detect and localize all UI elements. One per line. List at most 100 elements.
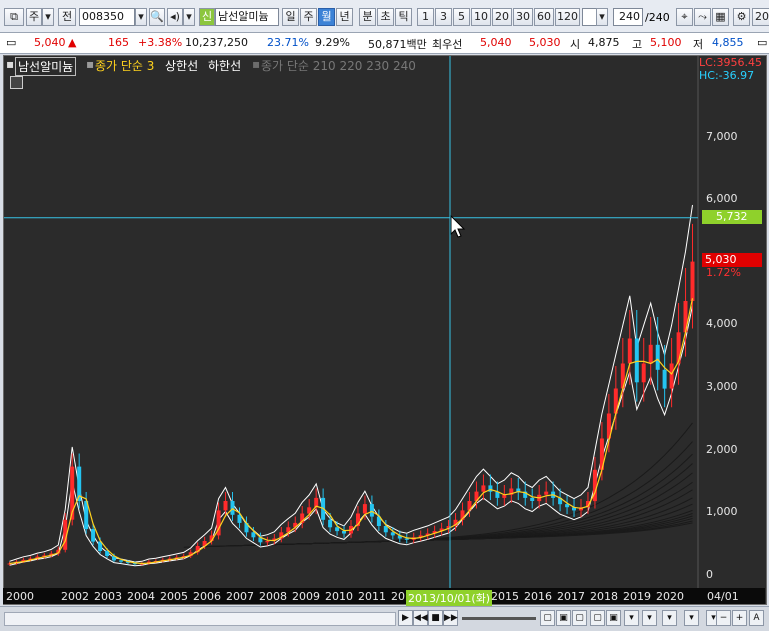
chevron-down-icon[interactable]: ▾ (42, 8, 54, 26)
x-tick: 2002 (61, 590, 89, 603)
candle-body (223, 501, 228, 511)
last-price-tag: 5,030 (702, 253, 762, 267)
y-tick: 6,000 (706, 192, 738, 205)
period-month[interactable]: 월 (318, 8, 335, 26)
play-button[interactable]: ▶ (398, 610, 413, 626)
interval-20[interactable]: 20 (492, 8, 512, 26)
chart-control-bar: ▶ ◀◀ ■ ▶▶ ▢ ▣ ▢ ▢ ▣ ▾ ▾ ▾ ▾ ▾ − + A (0, 606, 769, 631)
zoom-out-button[interactable]: − (716, 610, 731, 626)
notice-icon[interactable]: ▭ (6, 36, 16, 49)
price-chart[interactable] (3, 55, 767, 605)
zoom-box-icon[interactable]: ▢ (590, 610, 605, 626)
chevron-down-icon[interactable]: ▾ (135, 8, 147, 26)
new-badge[interactable]: 신 (199, 8, 215, 26)
upper-envelope-line (9, 204, 693, 563)
open-price: 4,875 (588, 36, 620, 49)
gear-icon[interactable]: ⚙ (733, 8, 750, 26)
candle-body (634, 338, 639, 383)
type-label: 주 (28, 10, 40, 23)
zoom-box-icon[interactable]: ▢ (572, 610, 587, 626)
x-tick: 2016 (524, 590, 552, 603)
candle-body (641, 363, 646, 383)
period-week[interactable]: 주 (300, 8, 317, 26)
low-label: 저 (693, 38, 704, 51)
market-button[interactable]: 전 (58, 8, 76, 26)
low-price: 4,855 (712, 36, 744, 49)
candle-body (342, 531, 346, 534)
interval-30[interactable]: 30 (513, 8, 533, 26)
legend-ma[interactable]: 종가 단순 3 (95, 57, 154, 74)
forward-button[interactable]: ▶▶ (443, 610, 458, 626)
draw-tool-icon[interactable]: ⤳ (694, 8, 711, 26)
change-percent: +3.38% (138, 36, 183, 49)
type-selector[interactable]: 주 (26, 8, 42, 26)
last-price-pct: 1.72% (706, 266, 741, 279)
right-end-button[interactable]: 20 (752, 8, 769, 26)
period-tick[interactable]: 틱 (395, 8, 412, 26)
bar-count-input[interactable]: 240 (613, 8, 643, 26)
legend-marker-icon: ▪ (6, 57, 15, 71)
legend-ma-long[interactable]: 종가 단순 210 220 230 240 (261, 57, 416, 74)
chevron-down-icon[interactable]: ▾ (642, 610, 657, 626)
high-label: 고 (632, 38, 643, 51)
y-tick: 7,000 (706, 130, 738, 143)
interval-5[interactable]: 5 (453, 8, 470, 26)
candle-body (530, 497, 535, 501)
chart-canvas[interactable] (4, 56, 766, 604)
crosshair-icon[interactable]: ⌖ (676, 8, 693, 26)
interval-1[interactable]: 1 (417, 8, 434, 26)
candle-body (369, 504, 374, 517)
x-tick: 2018 (590, 590, 618, 603)
legend-stock-name[interactable]: 남선알미늄 (15, 57, 77, 76)
calculator-icon[interactable] (10, 76, 23, 89)
x-tick: 2010 (325, 590, 353, 603)
preferred-label: 최우선 (432, 38, 463, 51)
candle-body (328, 519, 333, 528)
chevron-down-icon[interactable]: ▾ (183, 8, 195, 26)
collapse-icon[interactable]: ▭ (757, 36, 767, 49)
font-size-button[interactable]: A (749, 610, 764, 626)
x-tick: 2017 (557, 590, 585, 603)
legend-upper[interactable]: 상한선 (165, 57, 198, 74)
speaker-icon[interactable]: ◂) (167, 8, 183, 26)
zoom-box-icon[interactable]: ▣ (606, 610, 621, 626)
candle-body (481, 485, 486, 492)
stock-name-field[interactable]: 남선알미늄 (215, 8, 279, 26)
interval-60[interactable]: 60 (534, 8, 554, 26)
x-tick: 2005 (160, 590, 188, 603)
chevron-down-icon[interactable]: ▾ (624, 610, 639, 626)
grid-icon[interactable]: ▦ (712, 8, 729, 26)
interval-120[interactable]: 120 (555, 8, 580, 26)
period-year[interactable]: 년 (336, 8, 353, 26)
zoom-box-icon[interactable]: ▣ (556, 610, 571, 626)
interval-3[interactable]: 3 (435, 8, 452, 26)
candle-body (648, 344, 653, 364)
rewind-button[interactable]: ◀◀ (413, 610, 428, 626)
chevron-down-icon[interactable]: ▾ (596, 8, 608, 26)
stock-code-input[interactable]: 008350 (79, 8, 135, 26)
candle-body (105, 551, 110, 556)
stop-button[interactable]: ■ (428, 610, 443, 626)
search-icon[interactable]: 🔍 (149, 8, 165, 26)
interval-10[interactable]: 10 (471, 8, 491, 26)
window-icon[interactable]: ⧉ (4, 8, 24, 26)
legend-marker-icon: ▪ (86, 57, 95, 71)
zoom-box-icon[interactable]: ▢ (540, 610, 555, 626)
lc-value: LC:3956.45 (699, 56, 763, 69)
candle-body (91, 529, 96, 542)
chart-scrollbar[interactable] (4, 612, 396, 626)
period-second[interactable]: 초 (377, 8, 394, 26)
period-minute[interactable]: 분 (359, 8, 376, 26)
zoom-slider[interactable] (462, 617, 536, 620)
legend-lower[interactable]: 하한선 (208, 57, 241, 74)
chevron-down-icon[interactable]: ▾ (684, 610, 699, 626)
volume: 10,237,250 (185, 36, 248, 49)
trade-amount: 50,871백만 (368, 38, 427, 51)
zoom-in-button[interactable]: + (732, 610, 747, 626)
chevron-down-icon[interactable]: ▾ (662, 610, 677, 626)
period-day[interactable]: 일 (282, 8, 299, 26)
quote-bar: ▭ 5,040 ▲ 165 +3.38% 10,237,250 23.71% 9… (0, 33, 769, 54)
candle-body (627, 338, 632, 364)
candle-body (404, 538, 409, 540)
candle-body (251, 532, 256, 538)
